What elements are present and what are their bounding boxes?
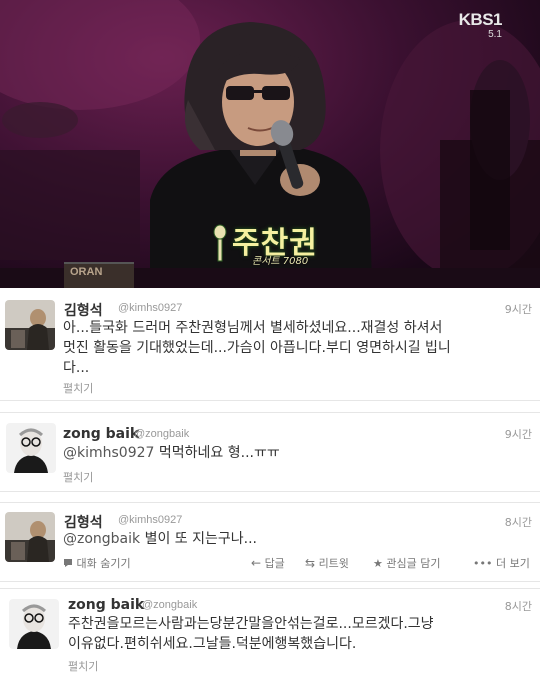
timestamp[interactable]: 8시간 bbox=[505, 514, 532, 530]
reply-button[interactable]: ← 답글 bbox=[251, 555, 285, 571]
tweet-text-line: 주찬권을모르는사람과는당분간말을안섞는걸로...모르겠다.그냥 bbox=[68, 616, 434, 632]
mention-link[interactable]: @zongbaik bbox=[63, 531, 140, 547]
reply-label: 답글 bbox=[264, 557, 285, 570]
tweet[interactable]: zong baik @zongbaik 9시간 @kimhs0927 먹먹하네요… bbox=[0, 412, 540, 492]
timestamp[interactable]: 8시간 bbox=[505, 598, 532, 614]
avatar[interactable] bbox=[5, 512, 55, 562]
retweet-button[interactable]: ⇆ 리트윗 bbox=[305, 555, 349, 571]
mention-link[interactable]: @kimhs0927 bbox=[63, 445, 154, 461]
retweet-icon: ⇆ bbox=[305, 556, 316, 570]
author-handle[interactable]: @kimhs0927 bbox=[118, 514, 182, 526]
hide-conversation-link[interactable]: 대화 숨기기 bbox=[63, 555, 131, 571]
more-icon: ••• bbox=[473, 557, 493, 570]
star-icon: ★ bbox=[373, 557, 383, 570]
author-name[interactable]: 김형석 bbox=[64, 300, 103, 320]
avatar[interactable] bbox=[5, 300, 55, 350]
more-label: 더 보기 bbox=[495, 557, 530, 570]
tweet-text: 주찬권을모르는사람과는당분간말을안섞는걸로...모르겠다.그냥 이유없다.편히쉬… bbox=[68, 614, 534, 654]
tweet[interactable]: 김형석 @kimhs0927 8시간 @zongbaik 별이 또 지는구나..… bbox=[0, 502, 540, 582]
tweet-actions: 대화 숨기기 ← 답글 ⇆ 리트윗 ★ 관심글 담기 ••• 더 보기 bbox=[63, 555, 533, 573]
favorite-button[interactable]: ★ 관심글 담기 bbox=[373, 555, 440, 571]
expand-link[interactable]: 펼치기 bbox=[68, 658, 98, 674]
author-handle[interactable]: @kimhs0927 bbox=[118, 302, 182, 314]
tweet-text-line: 다... bbox=[63, 360, 90, 376]
tweet[interactable]: zong baik @zongbaik 8시간 주찬권을모르는사람과는당분간말을… bbox=[0, 588, 540, 683]
channel-logo: KBS1 bbox=[458, 10, 503, 29]
retweet-label: 리트윗 bbox=[318, 557, 349, 570]
timestamp[interactable]: 9시간 bbox=[505, 426, 532, 442]
favorite-label: 관심글 담기 bbox=[386, 557, 441, 570]
avatar[interactable] bbox=[9, 599, 59, 649]
expand-link[interactable]: 펼치기 bbox=[63, 380, 93, 396]
tweet-text-line: 이유없다.편히쉬세요.그날들.덕분에행복했습니다. bbox=[68, 636, 357, 652]
reply-icon: ← bbox=[251, 556, 262, 570]
more-button[interactable]: ••• 더 보기 bbox=[473, 555, 530, 571]
tweet-text-body: 먹먹하네요 형...ㅠㅠ bbox=[154, 445, 280, 461]
amplifier: ORAN bbox=[64, 262, 134, 288]
author-handle[interactable]: @zongbaik bbox=[142, 599, 197, 611]
author-name[interactable]: zong baik bbox=[63, 426, 139, 442]
channel-audio-badge: 5.1 bbox=[488, 29, 502, 40]
caption-program: 콘서트 7080 bbox=[252, 256, 309, 267]
author-handle[interactable]: @zongbaik bbox=[134, 428, 189, 440]
tweet[interactable]: 김형석 @kimhs0927 9시간 아...들국화 드러머 주찬권형님께서 별… bbox=[0, 288, 540, 401]
tweet-text: @kimhs0927 먹먹하네요 형...ㅠㅠ bbox=[63, 443, 533, 463]
hide-conversation-label: 대화 숨기기 bbox=[76, 557, 131, 570]
avatar[interactable] bbox=[6, 423, 56, 473]
tweet-text-line: 아...들국화 드러머 주찬권형님께서 별세하셨네요...재결성 하셔서 bbox=[63, 320, 443, 336]
timestamp[interactable]: 9시간 bbox=[505, 301, 532, 317]
broadcast-still: ORAN KBS1 5.1 주찬권 콘서트 7080 bbox=[0, 0, 540, 288]
amplifier-label: ORAN bbox=[70, 266, 103, 278]
microphone-icon bbox=[213, 224, 227, 262]
author-name[interactable]: zong baik bbox=[68, 597, 144, 613]
expand-link[interactable]: 펼치기 bbox=[63, 469, 93, 485]
tweet-text: 아...들국화 드러머 주찬권형님께서 별세하셨네요...재결성 하셔서 멋진 … bbox=[63, 318, 533, 378]
tweet-text-line: 멋진 활동을 기대했었는데...가슴이 아픕니다.부디 영면하시길 빕니 bbox=[63, 340, 451, 356]
speech-bubble-icon bbox=[64, 559, 72, 567]
tweet-text-body: 별이 또 지는구나... bbox=[140, 531, 258, 547]
tweet-text: @zongbaik 별이 또 지는구나... bbox=[63, 529, 533, 549]
